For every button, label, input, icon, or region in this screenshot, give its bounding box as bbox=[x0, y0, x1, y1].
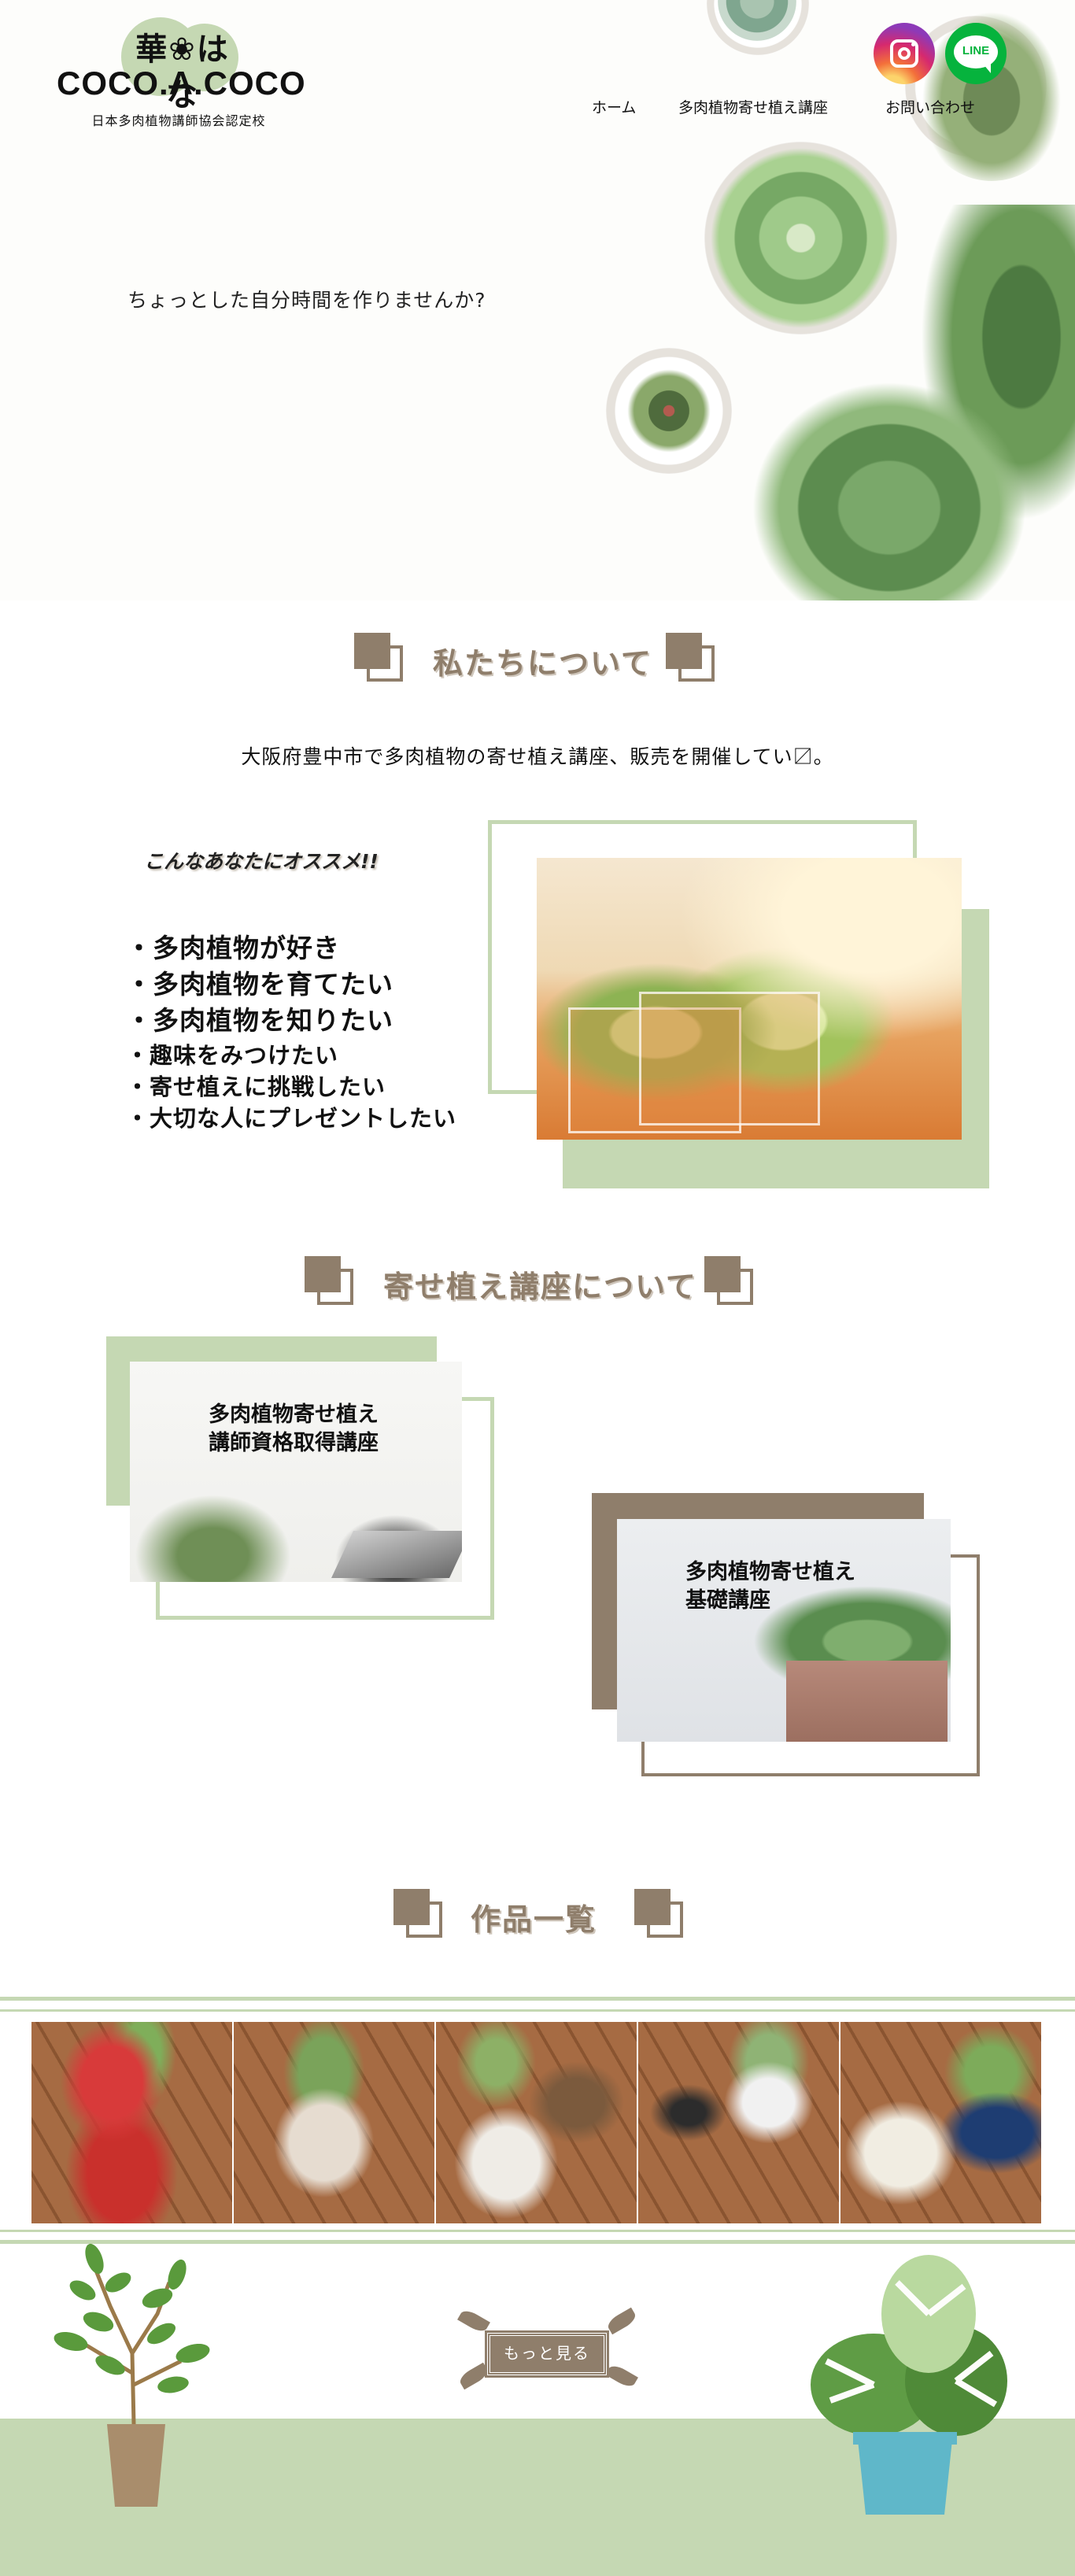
recommend-bullet: ・寄せ植えに挑戦したい bbox=[126, 1074, 386, 1100]
course-title-basic: 多肉植物寄せ植え 基礎講座 bbox=[685, 1558, 855, 1615]
recommend-bullet: ・多肉植物を育てたい bbox=[126, 969, 393, 1000]
works-heading: 作品一覧 bbox=[393, 1886, 693, 1949]
monstera-illustration bbox=[811, 2255, 1007, 2515]
tree-illustration bbox=[54, 2243, 210, 2507]
heading-square-icon bbox=[647, 1902, 683, 1938]
works-title: 作品一覧 bbox=[471, 1902, 597, 1937]
site-logo[interactable]: 華❀はな COCO.A.COCO 日本多肉植物講師協会認定校 bbox=[57, 17, 306, 128]
divider bbox=[0, 2009, 1075, 2012]
line-icon[interactable]: LINE bbox=[945, 23, 1007, 84]
heading-square-icon bbox=[406, 1902, 442, 1938]
foliage-photo bbox=[748, 378, 1031, 601]
nav-contact[interactable]: お問い合わせ bbox=[885, 96, 975, 117]
courses-heading: 寄せ植え講座について bbox=[305, 1253, 769, 1316]
glass-pot bbox=[639, 992, 820, 1125]
heading-square-icon bbox=[717, 1269, 753, 1305]
recommend-bullet: ・多肉植物を知りたい bbox=[126, 1005, 393, 1036]
instagram-icon-lens bbox=[898, 47, 911, 60]
button-leaf-icon bbox=[457, 2307, 490, 2335]
work-thumbnail[interactable] bbox=[638, 2022, 839, 2223]
about-heading: 私たちについて bbox=[354, 630, 724, 693]
more-works-button[interactable]: もっと見る bbox=[485, 2330, 609, 2378]
brick-pot bbox=[786, 1661, 948, 1742]
nav-course[interactable]: 多肉植物寄せ植え講座 bbox=[678, 96, 828, 117]
instagram-icon[interactable] bbox=[874, 23, 935, 84]
work-thumbnail[interactable] bbox=[840, 2022, 1041, 2223]
course-title-line: 多肉植物寄せ植え bbox=[685, 1560, 855, 1584]
logo-english: COCO.A.COCO bbox=[57, 65, 306, 102]
courses-title: 寄せ植え講座について bbox=[383, 1270, 697, 1304]
heading-square-icon bbox=[678, 645, 715, 682]
work-thumbnail[interactable] bbox=[31, 2022, 232, 2223]
about-title: 私たちについて bbox=[433, 646, 652, 681]
hero-section: 華❀はな COCO.A.COCO 日本多肉植物講師協会認定校 ホーム 多肉植物寄… bbox=[0, 0, 1075, 601]
heading-square-icon bbox=[317, 1269, 353, 1305]
laptop-photo bbox=[331, 1531, 462, 1578]
cactus-photo bbox=[622, 364, 716, 458]
course-title-line: 多肉植物寄せ植え bbox=[209, 1403, 379, 1427]
nav-home[interactable]: ホーム bbox=[592, 96, 636, 117]
line-icon-label: LINE bbox=[962, 44, 990, 57]
course-title-line: 基礎講座 bbox=[685, 1588, 770, 1613]
work-thumbnail[interactable] bbox=[436, 2022, 637, 2223]
recommend-bullet: ・趣味をみつけたい bbox=[126, 1042, 339, 1069]
button-leaf-icon bbox=[605, 2307, 638, 2335]
instagram-icon-dot bbox=[911, 43, 915, 46]
divider bbox=[0, 1997, 1075, 2001]
recommend-bullet: ・大切な人にプレゼントしたい bbox=[126, 1105, 457, 1132]
heading-square-icon bbox=[367, 645, 403, 682]
button-leaf-icon bbox=[605, 2362, 638, 2390]
hero-tagline: ちょっとした自分時間を作りませんか? bbox=[127, 289, 486, 312]
succulent-photo bbox=[704, 142, 897, 334]
line-icon-tail bbox=[983, 64, 991, 73]
course-card-instructor[interactable]: 多肉植物寄せ植え 講師資格取得講座 bbox=[130, 1362, 462, 1582]
course-title-instructor: 多肉植物寄せ植え 講師資格取得講座 bbox=[209, 1401, 379, 1458]
work-thumbnail[interactable] bbox=[234, 2022, 434, 2223]
succulent-terrarium-photo bbox=[537, 858, 962, 1140]
button-leaf-icon bbox=[457, 2362, 490, 2390]
divider bbox=[0, 2230, 1075, 2232]
recommend-bullet: ・多肉植物が好き bbox=[126, 933, 340, 963]
course-card-basic[interactable]: 多肉植物寄せ植え 基礎講座 bbox=[617, 1519, 951, 1742]
recommend-title: こんなあなたにオススメ!! bbox=[144, 850, 379, 873]
course-title-line: 講師資格取得講座 bbox=[209, 1431, 379, 1455]
about-description: 大阪府豊中市で多肉植物の寄せ植え講座、販売を開催してい〼。 bbox=[241, 745, 834, 768]
logo-subtitle: 日本多肉植物講師協会認定校 bbox=[91, 113, 266, 128]
